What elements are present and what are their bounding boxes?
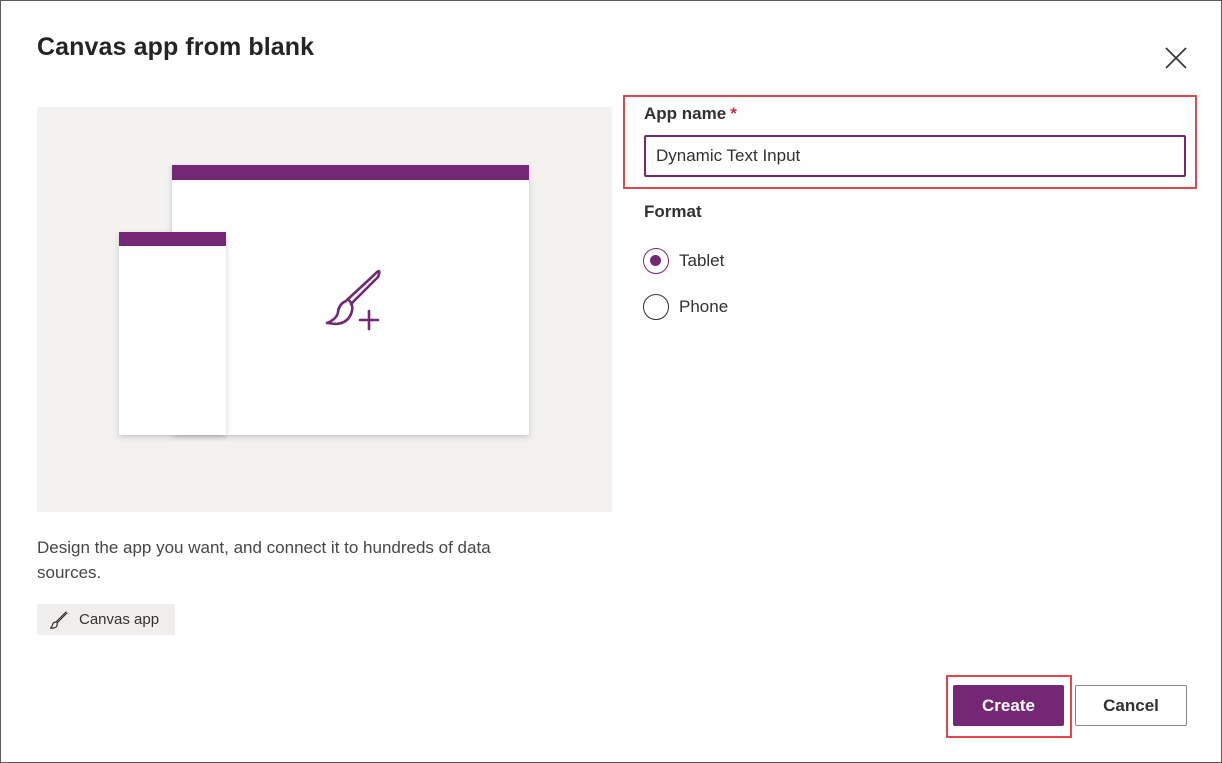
close-button[interactable]	[1161, 43, 1191, 73]
required-marker: *	[730, 104, 737, 123]
tablet-radio[interactable]	[643, 248, 669, 274]
phone-radio[interactable]	[643, 294, 669, 320]
paintbrush-icon	[49, 610, 69, 630]
dialog-title: Canvas app from blank	[37, 33, 315, 61]
format-option-tablet[interactable]: Tablet	[643, 248, 724, 274]
phone-radio-label: Phone	[679, 297, 729, 316]
preview-illustration	[37, 107, 612, 512]
phone-mockup	[119, 232, 226, 435]
tablet-radio-label: Tablet	[679, 251, 725, 270]
format-option-phone[interactable]: Phone	[643, 294, 728, 320]
description-text: Design the app you want, and connect it …	[37, 538, 491, 582]
dialog: Canvas app from blank Design the app you…	[0, 0, 1222, 763]
close-icon	[1165, 47, 1187, 69]
format-label: Format	[644, 202, 702, 221]
app-name-label-text: App name	[644, 104, 727, 123]
cancel-button[interactable]: Cancel	[1075, 685, 1187, 726]
create-button[interactable]: Create	[953, 685, 1064, 726]
canvas-app-tag: Canvas app	[37, 604, 175, 635]
app-name-input[interactable]	[644, 135, 1186, 177]
tag-label: Canvas app	[79, 611, 160, 628]
app-name-label: App name *	[644, 104, 737, 124]
